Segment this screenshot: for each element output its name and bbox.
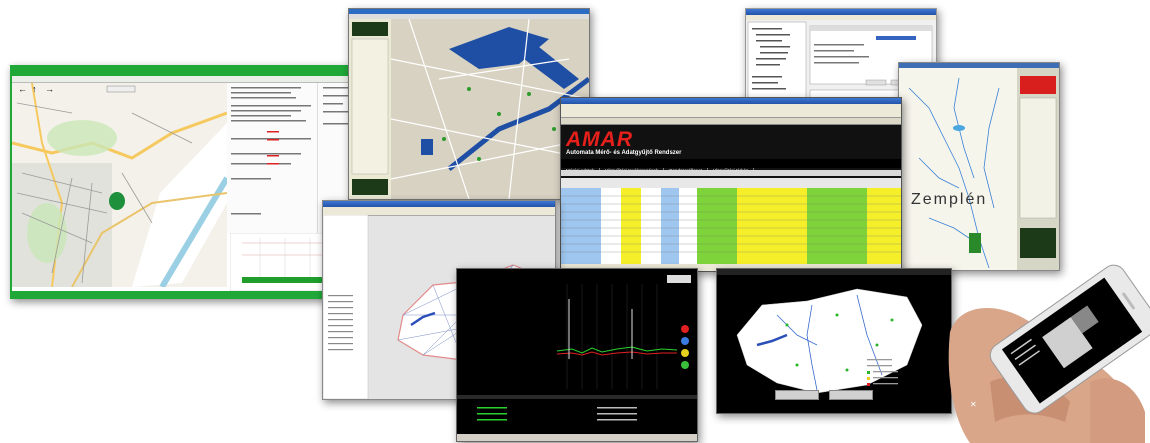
browser-toolbar bbox=[561, 109, 901, 118]
forward-arrow-icon[interactable]: → bbox=[45, 84, 54, 94]
zemplen-terrain-map bbox=[899, 68, 1059, 270]
map-button-group bbox=[775, 387, 883, 405]
amar-browser-window: AMAR Automata Mérő- és Adatgyűjtő Rendsz… bbox=[560, 97, 902, 272]
map-button-left[interactable] bbox=[775, 390, 819, 400]
amar-logo: AMAR bbox=[566, 128, 633, 151]
zemplen-map-window: Zemplén bbox=[898, 62, 1060, 271]
zemplen-map-label: Zemplén bbox=[911, 191, 988, 208]
map-button-right[interactable] bbox=[829, 390, 873, 400]
city-street-map bbox=[12, 83, 227, 287]
amar-nav-menu: Mérési adatokVízgyűjtési tevékenységekRe… bbox=[561, 159, 901, 173]
network-map-window bbox=[348, 8, 590, 200]
measurement-data-table bbox=[561, 178, 901, 271]
station-map-window bbox=[716, 268, 952, 414]
amar-subtitle: Automata Mérő- és Adatgyűjtő Rendszer bbox=[566, 150, 682, 156]
browser-bookmarks-bar bbox=[561, 118, 901, 125]
amar-filter-bar bbox=[561, 170, 901, 176]
up-arrow-icon[interactable]: ↑ bbox=[32, 84, 37, 94]
signal-monitor-window bbox=[456, 268, 698, 442]
windows-close-icon: ✕ bbox=[970, 400, 977, 409]
signal-plot bbox=[457, 269, 697, 441]
hand-holding-phone-photo: ✕ bbox=[948, 264, 1150, 443]
back-arrow-icon[interactable]: ← bbox=[18, 84, 27, 94]
district-map bbox=[349, 19, 589, 199]
